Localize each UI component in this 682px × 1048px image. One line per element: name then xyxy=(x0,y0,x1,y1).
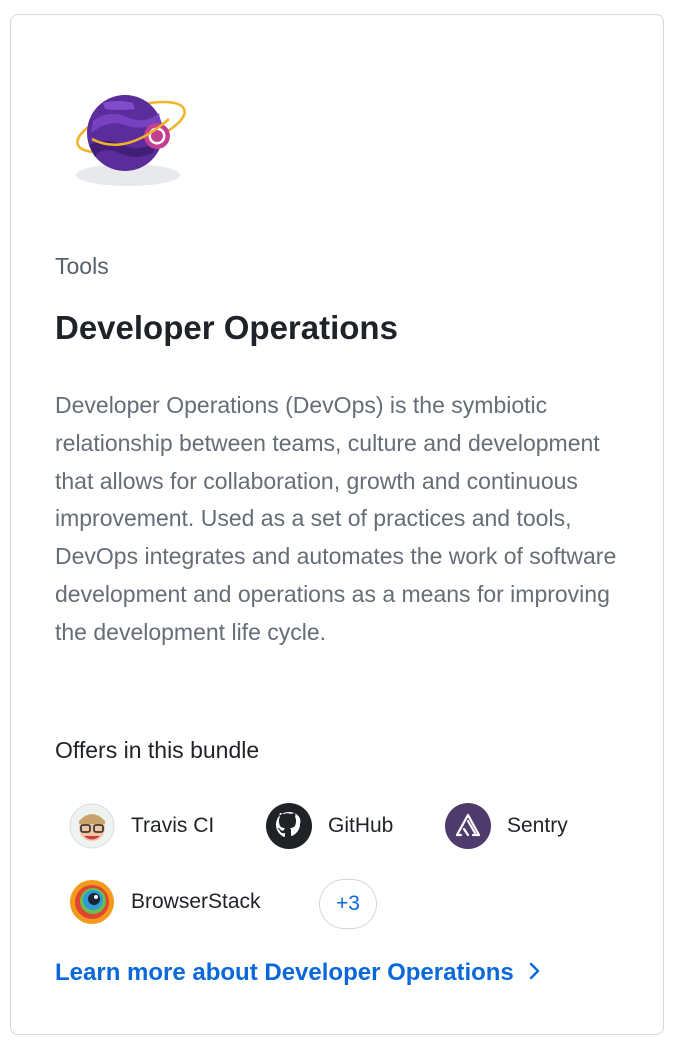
more-offers-button[interactable]: +3 xyxy=(319,879,377,929)
planet-github-icon xyxy=(69,79,199,191)
bundle-card: Tools Developer Operations Developer Ope… xyxy=(10,14,664,1035)
card-title: Developer Operations xyxy=(55,309,398,346)
offer-name-sentry: Sentry xyxy=(507,814,568,837)
offer-name-travis-ci: Travis CI xyxy=(131,814,215,837)
github-logo-icon xyxy=(266,803,312,849)
category-label: Tools xyxy=(55,253,109,279)
offer-travis-ci[interactable]: Travis CI xyxy=(69,803,214,849)
card-description: Developer Operations (DevOps) is the sym… xyxy=(55,392,617,645)
offer-name-github: GitHub xyxy=(328,814,394,837)
chevron-right-icon xyxy=(528,960,540,986)
offer-sentry[interactable]: Sentry xyxy=(445,803,568,849)
travis-ci-logo-icon xyxy=(69,803,115,849)
learn-more-label: Learn more about Developer Operations xyxy=(55,959,514,986)
offers-heading: Offers in this bundle xyxy=(55,737,260,763)
offer-github[interactable]: GitHub xyxy=(266,803,393,849)
sentry-logo-icon xyxy=(445,803,491,849)
offer-browserstack[interactable]: BrowserStack xyxy=(69,879,261,925)
browserstack-logo-icon xyxy=(69,879,115,925)
learn-more-link[interactable]: Learn more about Developer Operations xyxy=(55,959,540,987)
offer-name-browserstack: BrowserStack xyxy=(131,890,261,913)
